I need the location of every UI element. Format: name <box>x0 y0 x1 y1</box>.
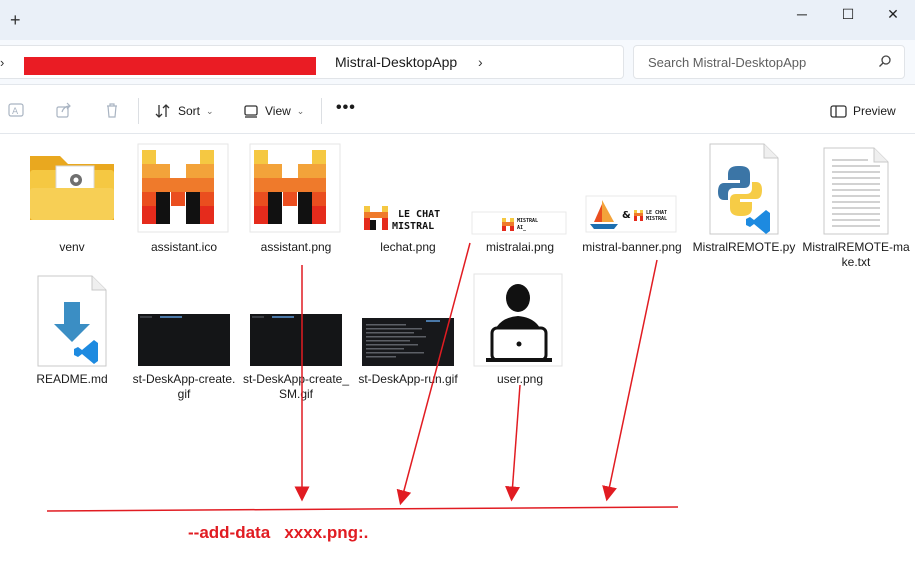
annotation-arrow <box>396 242 471 506</box>
annotation-baseline <box>46 506 679 512</box>
annotation-arrow <box>505 384 521 502</box>
annotation-overlay <box>46 242 679 512</box>
annotation-arrow <box>602 259 658 502</box>
annotation-text: --add-data xxxx.png:. <box>188 523 369 542</box>
